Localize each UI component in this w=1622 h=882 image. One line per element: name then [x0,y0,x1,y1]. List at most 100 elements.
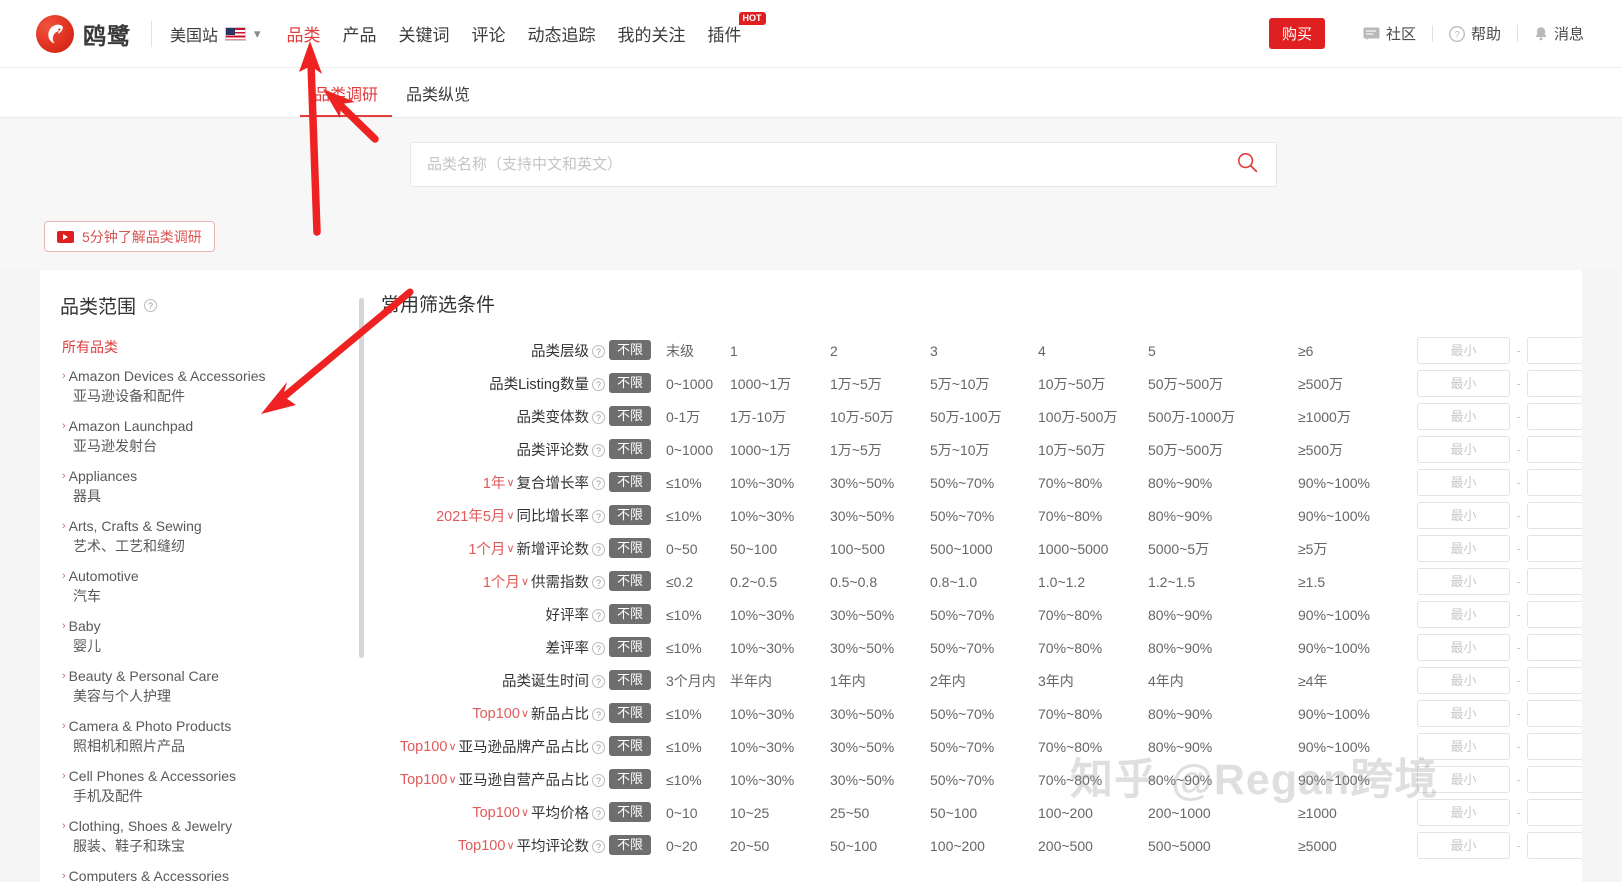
filter-option[interactable]: 0~20 [666,829,698,862]
nav-item-2[interactable]: 关键词 [399,21,450,46]
filter-option[interactable]: 4年内 [1148,664,1184,697]
filter-min-input[interactable] [1417,700,1510,727]
filter-option[interactable]: 50%~70% [930,499,994,532]
site-selector[interactable]: 美国站 ▾ [170,22,261,46]
filter-option[interactable]: 70%~80% [1038,730,1102,763]
filter-option[interactable]: 25~50 [830,796,869,829]
filter-option[interactable]: 50%~70% [930,631,994,664]
filter-option[interactable]: 90%~100% [1298,631,1370,664]
sidebar-category-item[interactable]: › Appliances 器具 [62,467,373,506]
filter-option[interactable]: 100~200 [1038,796,1093,829]
sidebar-category-item[interactable]: › Computers & Accessories [62,867,373,882]
help-tip-icon[interactable]: ? [592,741,605,754]
sidebar-category-item[interactable]: › Automotive 汽车 [62,567,373,606]
filter-option[interactable]: 90%~100% [1298,697,1370,730]
sidebar-category-item[interactable]: › Camera & Photo Products 照相机和照片产品 [62,717,373,756]
filter-unlimited-chip[interactable]: 不限 [609,538,652,558]
filter-unlimited-chip[interactable]: 不限 [609,571,652,591]
help-tip-icon[interactable]: ? [592,807,605,820]
filter-min-input[interactable] [1417,403,1510,430]
filter-unlimited-chip[interactable]: 不限 [609,736,652,756]
filter-unlimited-chip[interactable]: 不限 [609,406,652,426]
filter-option[interactable]: 50%~70% [930,466,994,499]
chevron-down-icon[interactable]: ∨ [448,740,456,753]
filter-min-input[interactable] [1417,601,1510,628]
chevron-right-icon[interactable]: › [62,667,66,686]
filter-option[interactable]: ≥500万 [1298,433,1343,466]
filter-option[interactable]: 100~500 [830,532,885,565]
filter-option[interactable]: 500~1000 [930,532,993,565]
search-button[interactable] [1219,152,1276,178]
filter-option[interactable]: 70%~80% [1038,466,1102,499]
filter-min-input[interactable] [1417,568,1510,595]
sidebar-scrollbar[interactable] [359,298,364,658]
help-tip-icon[interactable]: ? [592,477,605,490]
filter-option[interactable]: 1万~5万 [830,433,882,466]
filter-option[interactable]: ≥1.5 [1298,565,1325,598]
filter-option[interactable]: 80%~90% [1148,466,1212,499]
filter-period-selector[interactable]: Top100 [472,706,520,722]
filter-option[interactable]: 30%~50% [830,730,894,763]
filter-option[interactable]: 半年内 [730,664,772,697]
filter-option[interactable]: 50万-100万 [930,400,1002,433]
filter-option[interactable]: 70%~80% [1038,697,1102,730]
filter-unlimited-chip[interactable]: 不限 [609,835,652,855]
filter-option[interactable]: ≤10% [666,763,702,796]
chevron-right-icon[interactable]: › [62,867,66,882]
filter-option[interactable]: 30%~50% [830,697,894,730]
filter-unlimited-chip[interactable]: 不限 [609,439,652,459]
filter-min-input[interactable] [1417,337,1510,364]
filter-option[interactable]: ≥6 [1298,334,1313,367]
filter-option[interactable]: 50%~70% [930,598,994,631]
subnav-item-1[interactable]: 品类纵览 [392,81,484,117]
subnav-item-0[interactable]: 品类调研 [300,81,393,117]
filter-option[interactable]: 10%~30% [730,730,794,763]
filter-option[interactable]: 100~200 [930,829,985,862]
filter-option[interactable]: 30%~50% [830,598,894,631]
filter-option[interactable]: 0.5~0.8 [830,565,877,598]
filter-min-input[interactable] [1417,667,1510,694]
nav-item-0[interactable]: 品类 [287,21,321,46]
help-tip-icon[interactable]: ? [592,543,605,556]
chevron-down-icon[interactable]: ∨ [506,476,514,489]
filter-option[interactable]: 20~50 [730,829,769,862]
buy-button[interactable]: 购买 [1268,18,1325,49]
filter-option[interactable]: 200~500 [1038,829,1093,862]
filter-option[interactable]: 90%~100% [1298,730,1370,763]
filter-option[interactable]: 0.8~1.0 [930,565,977,598]
filter-min-input[interactable] [1417,370,1510,397]
filter-unlimited-chip[interactable]: 不限 [609,769,652,789]
filter-option[interactable]: 90%~100% [1298,763,1370,796]
filter-option[interactable]: 70%~80% [1038,499,1102,532]
filter-option[interactable]: 3 [930,334,938,367]
filter-max-input[interactable] [1527,469,1582,496]
filter-option[interactable]: 1 [730,334,738,367]
filter-option[interactable]: 10~25 [730,796,769,829]
filter-option[interactable]: 50万~500万 [1148,433,1223,466]
help-tip-icon[interactable]: ? [592,345,605,358]
filter-option[interactable]: 0.2~0.5 [730,565,777,598]
chevron-right-icon[interactable]: › [62,767,66,786]
filter-unlimited-chip[interactable]: 不限 [609,472,652,492]
filter-option[interactable]: 10万~50万 [1038,367,1105,400]
filter-option[interactable]: 1.2~1.5 [1148,565,1195,598]
filter-option[interactable]: 90%~100% [1298,598,1370,631]
filter-option[interactable]: 50~100 [730,532,777,565]
filter-option[interactable]: 80%~90% [1148,631,1212,664]
filter-option[interactable]: 70%~80% [1038,598,1102,631]
filter-option[interactable]: 末级 [666,334,694,367]
chevron-right-icon[interactable]: › [62,567,66,586]
filter-max-input[interactable] [1527,337,1582,364]
sidebar-category-item[interactable]: › Amazon Launchpad 亚马逊发射台 [62,417,373,456]
help-tip-icon[interactable]: ? [592,576,605,589]
filter-min-input[interactable] [1417,535,1510,562]
all-categories-link[interactable]: 所有品类 [62,337,373,357]
filter-option[interactable]: 0~1000 [666,433,713,466]
chevron-right-icon[interactable]: › [62,367,66,386]
filter-max-input[interactable] [1527,634,1582,661]
filter-period-selector[interactable]: Top100 [400,739,448,755]
filter-unlimited-chip[interactable]: 不限 [609,637,652,657]
filter-option[interactable]: 80%~90% [1148,730,1212,763]
filter-max-input[interactable] [1527,370,1582,397]
filter-option[interactable]: 10万-50万 [830,400,894,433]
